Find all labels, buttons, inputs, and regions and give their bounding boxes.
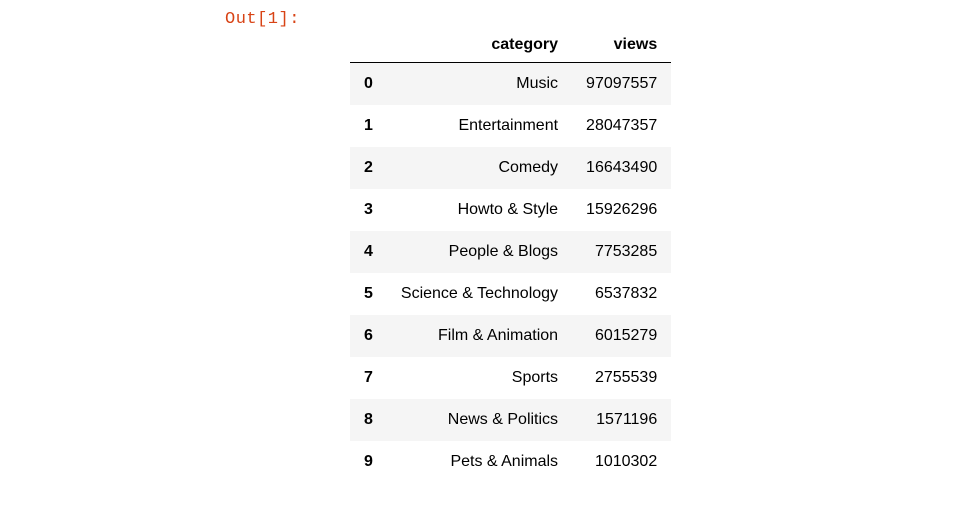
cell-views: 1571196 (572, 399, 671, 441)
row-index: 9 (350, 441, 387, 483)
row-index: 4 (350, 231, 387, 273)
output-prompt: Out[1]: (225, 10, 300, 29)
row-index: 0 (350, 63, 387, 106)
cell-category: News & Politics (387, 399, 572, 441)
cell-views: 6015279 (572, 315, 671, 357)
column-header-category: category (387, 28, 572, 63)
table-row: 9 Pets & Animals 1010302 (350, 441, 671, 483)
cell-category: Sports (387, 357, 572, 399)
cell-category: Science & Technology (387, 273, 572, 315)
table-row: 6 Film & Animation 6015279 (350, 315, 671, 357)
dataframe-table: category views 0 Music 97097557 1 Entert… (350, 28, 671, 483)
cell-category: Comedy (387, 147, 572, 189)
cell-category: Film & Animation (387, 315, 572, 357)
row-index: 5 (350, 273, 387, 315)
row-index: 2 (350, 147, 387, 189)
table-row: 2 Comedy 16643490 (350, 147, 671, 189)
row-index: 7 (350, 357, 387, 399)
table-header-row: category views (350, 28, 671, 63)
table-row: 5 Science & Technology 6537832 (350, 273, 671, 315)
row-index: 1 (350, 105, 387, 147)
row-index: 3 (350, 189, 387, 231)
cell-views: 1010302 (572, 441, 671, 483)
table-row: 7 Sports 2755539 (350, 357, 671, 399)
cell-views: 28047357 (572, 105, 671, 147)
cell-views: 6537832 (572, 273, 671, 315)
cell-views: 97097557 (572, 63, 671, 106)
table-row: 0 Music 97097557 (350, 63, 671, 106)
row-index: 6 (350, 315, 387, 357)
cell-views: 7753285 (572, 231, 671, 273)
dataframe-output: category views 0 Music 97097557 1 Entert… (350, 28, 671, 483)
cell-category: People & Blogs (387, 231, 572, 273)
cell-category: Pets & Animals (387, 441, 572, 483)
cell-category: Howto & Style (387, 189, 572, 231)
cell-category: Music (387, 63, 572, 106)
header-blank (350, 28, 387, 63)
table-row: 3 Howto & Style 15926296 (350, 189, 671, 231)
cell-views: 16643490 (572, 147, 671, 189)
cell-views: 2755539 (572, 357, 671, 399)
table-row: 4 People & Blogs 7753285 (350, 231, 671, 273)
table-row: 1 Entertainment 28047357 (350, 105, 671, 147)
table-row: 8 News & Politics 1571196 (350, 399, 671, 441)
cell-category: Entertainment (387, 105, 572, 147)
column-header-views: views (572, 28, 671, 63)
cell-views: 15926296 (572, 189, 671, 231)
row-index: 8 (350, 399, 387, 441)
